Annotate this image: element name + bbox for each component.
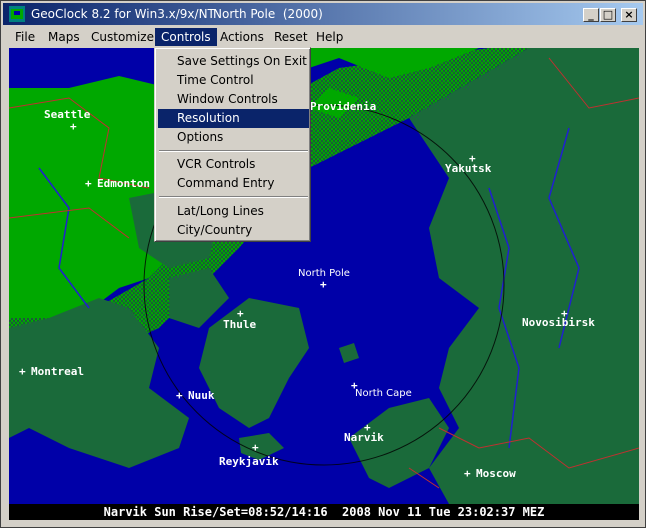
city-label-nuuk: Nuuk (188, 389, 215, 402)
city-label-north-cape: North Cape (355, 388, 412, 399)
city-label-novosibirsk: Novosibirsk (522, 316, 595, 329)
city-marker-north-pole: + (320, 278, 327, 291)
city-marker-moscow: + (464, 467, 471, 480)
city-label-narvik: Narvik (344, 431, 384, 444)
city-label-yakutsk: Yakutsk (445, 162, 492, 175)
controls-dropdown-menu: Save Settings On Exit Time Control Windo… (154, 47, 311, 242)
map-view[interactable]: Seattle + + Edmonton Providenia + Yakuts… (9, 48, 639, 520)
menu-item-city-country[interactable]: City/Country (158, 221, 309, 240)
city-label-thule: Thule (223, 318, 257, 331)
window-subtitle: North Pole (2000) (213, 7, 323, 21)
menu-item-lat-long-lines[interactable]: Lat/Long Lines (158, 202, 309, 221)
menu-separator (159, 150, 308, 152)
window-title: GeoClock 8.2 for Win3.x/9x/NT (31, 7, 215, 21)
menu-item-time-control[interactable]: Time Control (158, 71, 309, 90)
menu-item-resolution[interactable]: Resolution (158, 109, 309, 128)
menu-item-vcr-controls[interactable]: VCR Controls (158, 155, 309, 174)
status-bar: Narvik Sun Rise/Set=08:52/14:16 2008 Nov… (9, 504, 639, 520)
city-marker-edmonton: + (85, 177, 92, 190)
city-marker-montreal: + (19, 365, 26, 378)
city-label-montreal: Montreal (31, 365, 84, 378)
menu-customize[interactable]: Customize (85, 28, 160, 46)
minimize-button[interactable]: _ (583, 8, 599, 22)
menu-help[interactable]: Help (310, 28, 349, 46)
city-marker-nuuk: + (176, 389, 183, 402)
menu-maps[interactable]: Maps (42, 28, 86, 46)
maximize-button[interactable]: □ (600, 8, 616, 22)
geoclock-app-icon[interactable] (9, 6, 25, 22)
title-bar[interactable]: GeoClock 8.2 for Win3.x/9x/NT North Pole… (3, 3, 643, 25)
menu-item-command-entry[interactable]: Command Entry (158, 174, 309, 193)
menu-separator (159, 196, 308, 198)
city-label-edmonton: Edmonton (97, 177, 150, 190)
city-label-reykjavik: Reykjavik (219, 455, 279, 468)
menu-item-options[interactable]: Options (158, 128, 309, 147)
menu-reset[interactable]: Reset (268, 28, 314, 46)
app-window: GeoClock 8.2 for Win3.x/9x/NT North Pole… (0, 0, 646, 528)
close-button[interactable]: × (621, 8, 637, 22)
city-label-seattle: Seattle (44, 108, 91, 121)
city-label-moscow: Moscow (476, 467, 516, 480)
city-marker-reykjavik: + (252, 441, 259, 454)
menu-bar: File Maps Customize Controls Actions Res… (3, 27, 643, 47)
menu-actions[interactable]: Actions (214, 28, 270, 46)
menu-item-window-controls[interactable]: Window Controls (158, 90, 309, 109)
menu-file[interactable]: File (9, 28, 41, 46)
city-marker-seattle: + (70, 120, 77, 133)
menu-controls[interactable]: Controls (155, 28, 217, 46)
city-label-providenia: Providenia (310, 100, 377, 113)
menu-item-save-settings-on-exit[interactable]: Save Settings On Exit (158, 52, 309, 71)
